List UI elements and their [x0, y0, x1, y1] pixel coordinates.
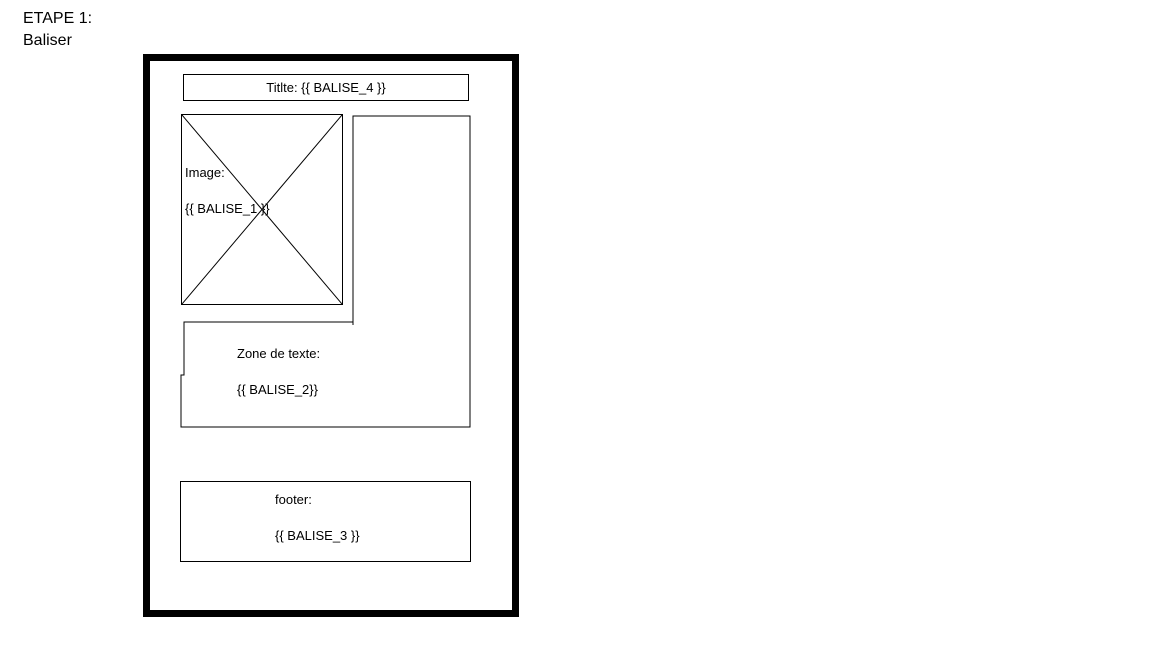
text-zone-tag: {{ BALISE_2}}: [237, 382, 318, 397]
step-number: ETAPE 1:: [23, 10, 93, 27]
image-box: Image: {{ BALISE_1 }}: [181, 114, 343, 305]
image-tag: {{ BALISE_1 }}: [185, 201, 270, 216]
title-box-text: Titlte: {{ BALISE_4 }}: [266, 80, 386, 95]
step-heading: ETAPE 1: Baliser: [23, 8, 92, 52]
title-box: Titlte: {{ BALISE_4 }}: [183, 74, 469, 101]
step-action: Baliser: [23, 32, 72, 49]
footer-tag: {{ BALISE_3 }}: [275, 528, 360, 543]
image-label: Image:: [185, 165, 225, 180]
footer-label: footer:: [275, 492, 312, 507]
text-zone-label: Zone de texte:: [237, 346, 321, 361]
footer-box: footer: {{ BALISE_3 }}: [180, 481, 471, 562]
